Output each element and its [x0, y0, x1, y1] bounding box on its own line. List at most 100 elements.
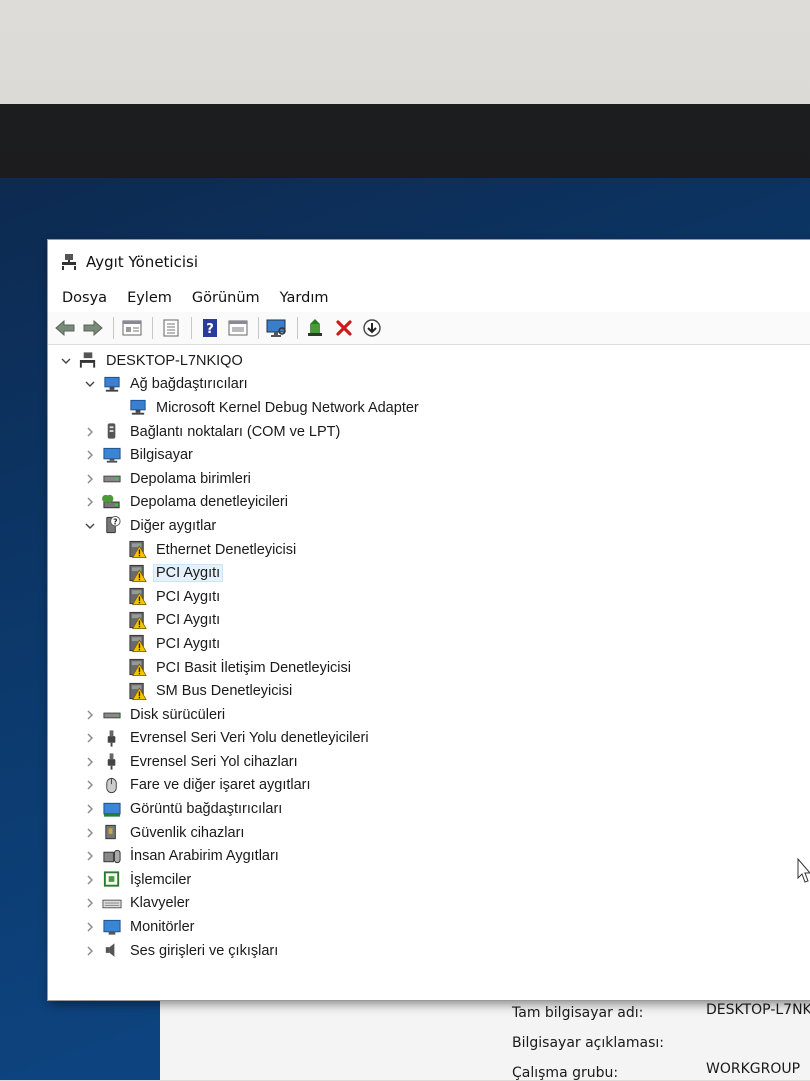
- tree-expander[interactable]: [82, 754, 98, 770]
- tree-device[interactable]: Ethernet Denetleyicisi: [48, 538, 810, 562]
- tree-device[interactable]: SM Bus Denetleyicisi: [48, 679, 810, 703]
- chevron-down-icon[interactable]: [84, 378, 96, 390]
- tree-category[interactable]: Monitörler: [48, 915, 810, 939]
- tree-node-icon-wrap: [102, 871, 122, 889]
- warning-device-icon: [129, 564, 147, 582]
- tree-expander: [108, 683, 124, 699]
- tree-node-icon-wrap: [102, 824, 122, 842]
- tree-node-label: Ethernet Denetleyicisi: [156, 541, 297, 558]
- back-button[interactable]: [52, 316, 78, 340]
- chevron-right-icon[interactable]: [84, 850, 96, 862]
- tree-node-label: SM Bus Denetleyicisi: [156, 683, 293, 700]
- tree-category[interactable]: İşlemciler: [48, 868, 810, 892]
- tree-device[interactable]: PCI Aygıtı: [48, 609, 810, 633]
- chevron-right-icon[interactable]: [84, 473, 96, 485]
- chevron-down-icon[interactable]: [60, 355, 72, 367]
- tree-node-label: Ses girişleri ve çıkışları: [130, 942, 279, 959]
- tree-category[interactable]: Depolama denetleyicileri: [48, 491, 810, 515]
- usb-icon: [107, 753, 116, 770]
- tree-expander[interactable]: [82, 518, 98, 534]
- menu-view[interactable]: Görünüm: [184, 288, 268, 308]
- disk-drive-icon: [103, 712, 121, 719]
- tree-expander[interactable]: [58, 353, 74, 369]
- tree-expander[interactable]: [82, 777, 98, 793]
- tree-expander[interactable]: [82, 424, 98, 440]
- chevron-right-icon[interactable]: [84, 756, 96, 768]
- tree-device[interactable]: PCI Aygıtı: [48, 632, 810, 656]
- title-bar[interactable]: Aygıt Yöneticisi: [48, 240, 810, 284]
- tree-category[interactable]: Evrensel Seri Yol cihazları: [48, 750, 810, 774]
- tree-device[interactable]: PCI Aygıtı: [48, 561, 810, 585]
- download-button[interactable]: [359, 316, 385, 340]
- chevron-right-icon[interactable]: [84, 874, 96, 886]
- tree-expander[interactable]: [82, 895, 98, 911]
- tree-category[interactable]: Fare ve diğer işaret aygıtları: [48, 774, 810, 798]
- uninstall-device-button[interactable]: [331, 316, 357, 340]
- chevron-right-icon[interactable]: [84, 945, 96, 957]
- tree-expander[interactable]: [82, 471, 98, 487]
- chevron-right-icon[interactable]: [84, 426, 96, 438]
- tree-node-icon-wrap: [128, 635, 148, 653]
- tree-category[interactable]: Depolama birimleri: [48, 467, 810, 491]
- toolbar: ?: [48, 312, 810, 345]
- tree-category[interactable]: İnsan Arabirim Aygıtları: [48, 844, 810, 868]
- tree-expander[interactable]: [82, 707, 98, 723]
- tree-node-icon-wrap: [102, 493, 122, 511]
- tree-category[interactable]: Bilgisayar: [48, 443, 810, 467]
- chevron-right-icon[interactable]: [84, 897, 96, 909]
- chevron-right-icon[interactable]: [84, 827, 96, 839]
- tree-expander: [108, 612, 124, 628]
- tree-expander[interactable]: [82, 825, 98, 841]
- tree-expander[interactable]: [82, 376, 98, 392]
- menu-action[interactable]: Eylem: [119, 288, 180, 308]
- toolbar-separator: [258, 317, 259, 339]
- tree-node-label: PCI Aygıtı: [156, 635, 221, 652]
- tree-category[interactable]: Ağ bağdaştırıcıları: [48, 373, 810, 397]
- chevron-down-icon[interactable]: [84, 520, 96, 532]
- tree-category[interactable]: Bağlantı noktaları (COM ve LPT): [48, 420, 810, 444]
- tree-expander[interactable]: [82, 943, 98, 959]
- tree-device[interactable]: PCI Basit İletişim Denetleyicisi: [48, 656, 810, 680]
- tree-root-computer[interactable]: DESKTOP-L7NKIQO: [48, 349, 810, 373]
- tree-node-icon-wrap: [102, 446, 122, 464]
- view-button[interactable]: [158, 316, 184, 340]
- tree-category[interactable]: Evrensel Seri Veri Yolu denetleyicileri: [48, 727, 810, 751]
- chevron-right-icon[interactable]: [84, 921, 96, 933]
- menu-file[interactable]: Dosya: [54, 288, 115, 308]
- tree-category[interactable]: Görüntü bağdaştırıcıları: [48, 797, 810, 821]
- tree-category[interactable]: Klavyeler: [48, 892, 810, 916]
- tree-node-label: Depolama denetleyicileri: [130, 494, 288, 511]
- chevron-right-icon[interactable]: [84, 779, 96, 791]
- security-device-icon: [105, 825, 116, 840]
- tree-expander[interactable]: [82, 494, 98, 510]
- chevron-right-icon[interactable]: [84, 496, 96, 508]
- tree-category[interactable]: ? Diğer aygıtlar: [48, 514, 810, 538]
- tree-expander[interactable]: [82, 872, 98, 888]
- chevron-right-icon[interactable]: [84, 803, 96, 815]
- tree-node-icon-wrap: [102, 942, 122, 960]
- update-driver-icon: [308, 319, 322, 336]
- properties-button[interactable]: [119, 316, 145, 340]
- chevron-right-icon[interactable]: [84, 449, 96, 461]
- svg-text:?: ?: [206, 322, 214, 337]
- chevron-right-icon[interactable]: [84, 732, 96, 744]
- tree-category[interactable]: Disk sürücüleri: [48, 703, 810, 727]
- chevron-right-icon[interactable]: [84, 709, 96, 721]
- tree-expander[interactable]: [82, 447, 98, 463]
- mouse-icon: [106, 777, 117, 794]
- tree-expander[interactable]: [82, 801, 98, 817]
- resources-button[interactable]: [225, 316, 251, 340]
- tree-device[interactable]: PCI Aygıtı: [48, 585, 810, 609]
- scan-hardware-button[interactable]: [264, 316, 290, 340]
- tree-expander[interactable]: [82, 919, 98, 935]
- tree-expander[interactable]: [82, 848, 98, 864]
- tree-node-label: Görüntü bağdaştırıcıları: [130, 801, 283, 818]
- tree-category[interactable]: Ses girişleri ve çıkışları: [48, 939, 810, 963]
- tree-device[interactable]: Microsoft Kernel Debug Network Adapter: [48, 396, 810, 420]
- forward-button[interactable]: [80, 316, 106, 340]
- tree-category[interactable]: Güvenlik cihazları: [48, 821, 810, 845]
- menu-help[interactable]: Yardım: [272, 288, 337, 308]
- update-driver-button[interactable]: [303, 316, 329, 340]
- tree-expander[interactable]: [82, 730, 98, 746]
- help-button[interactable]: ?: [197, 316, 223, 340]
